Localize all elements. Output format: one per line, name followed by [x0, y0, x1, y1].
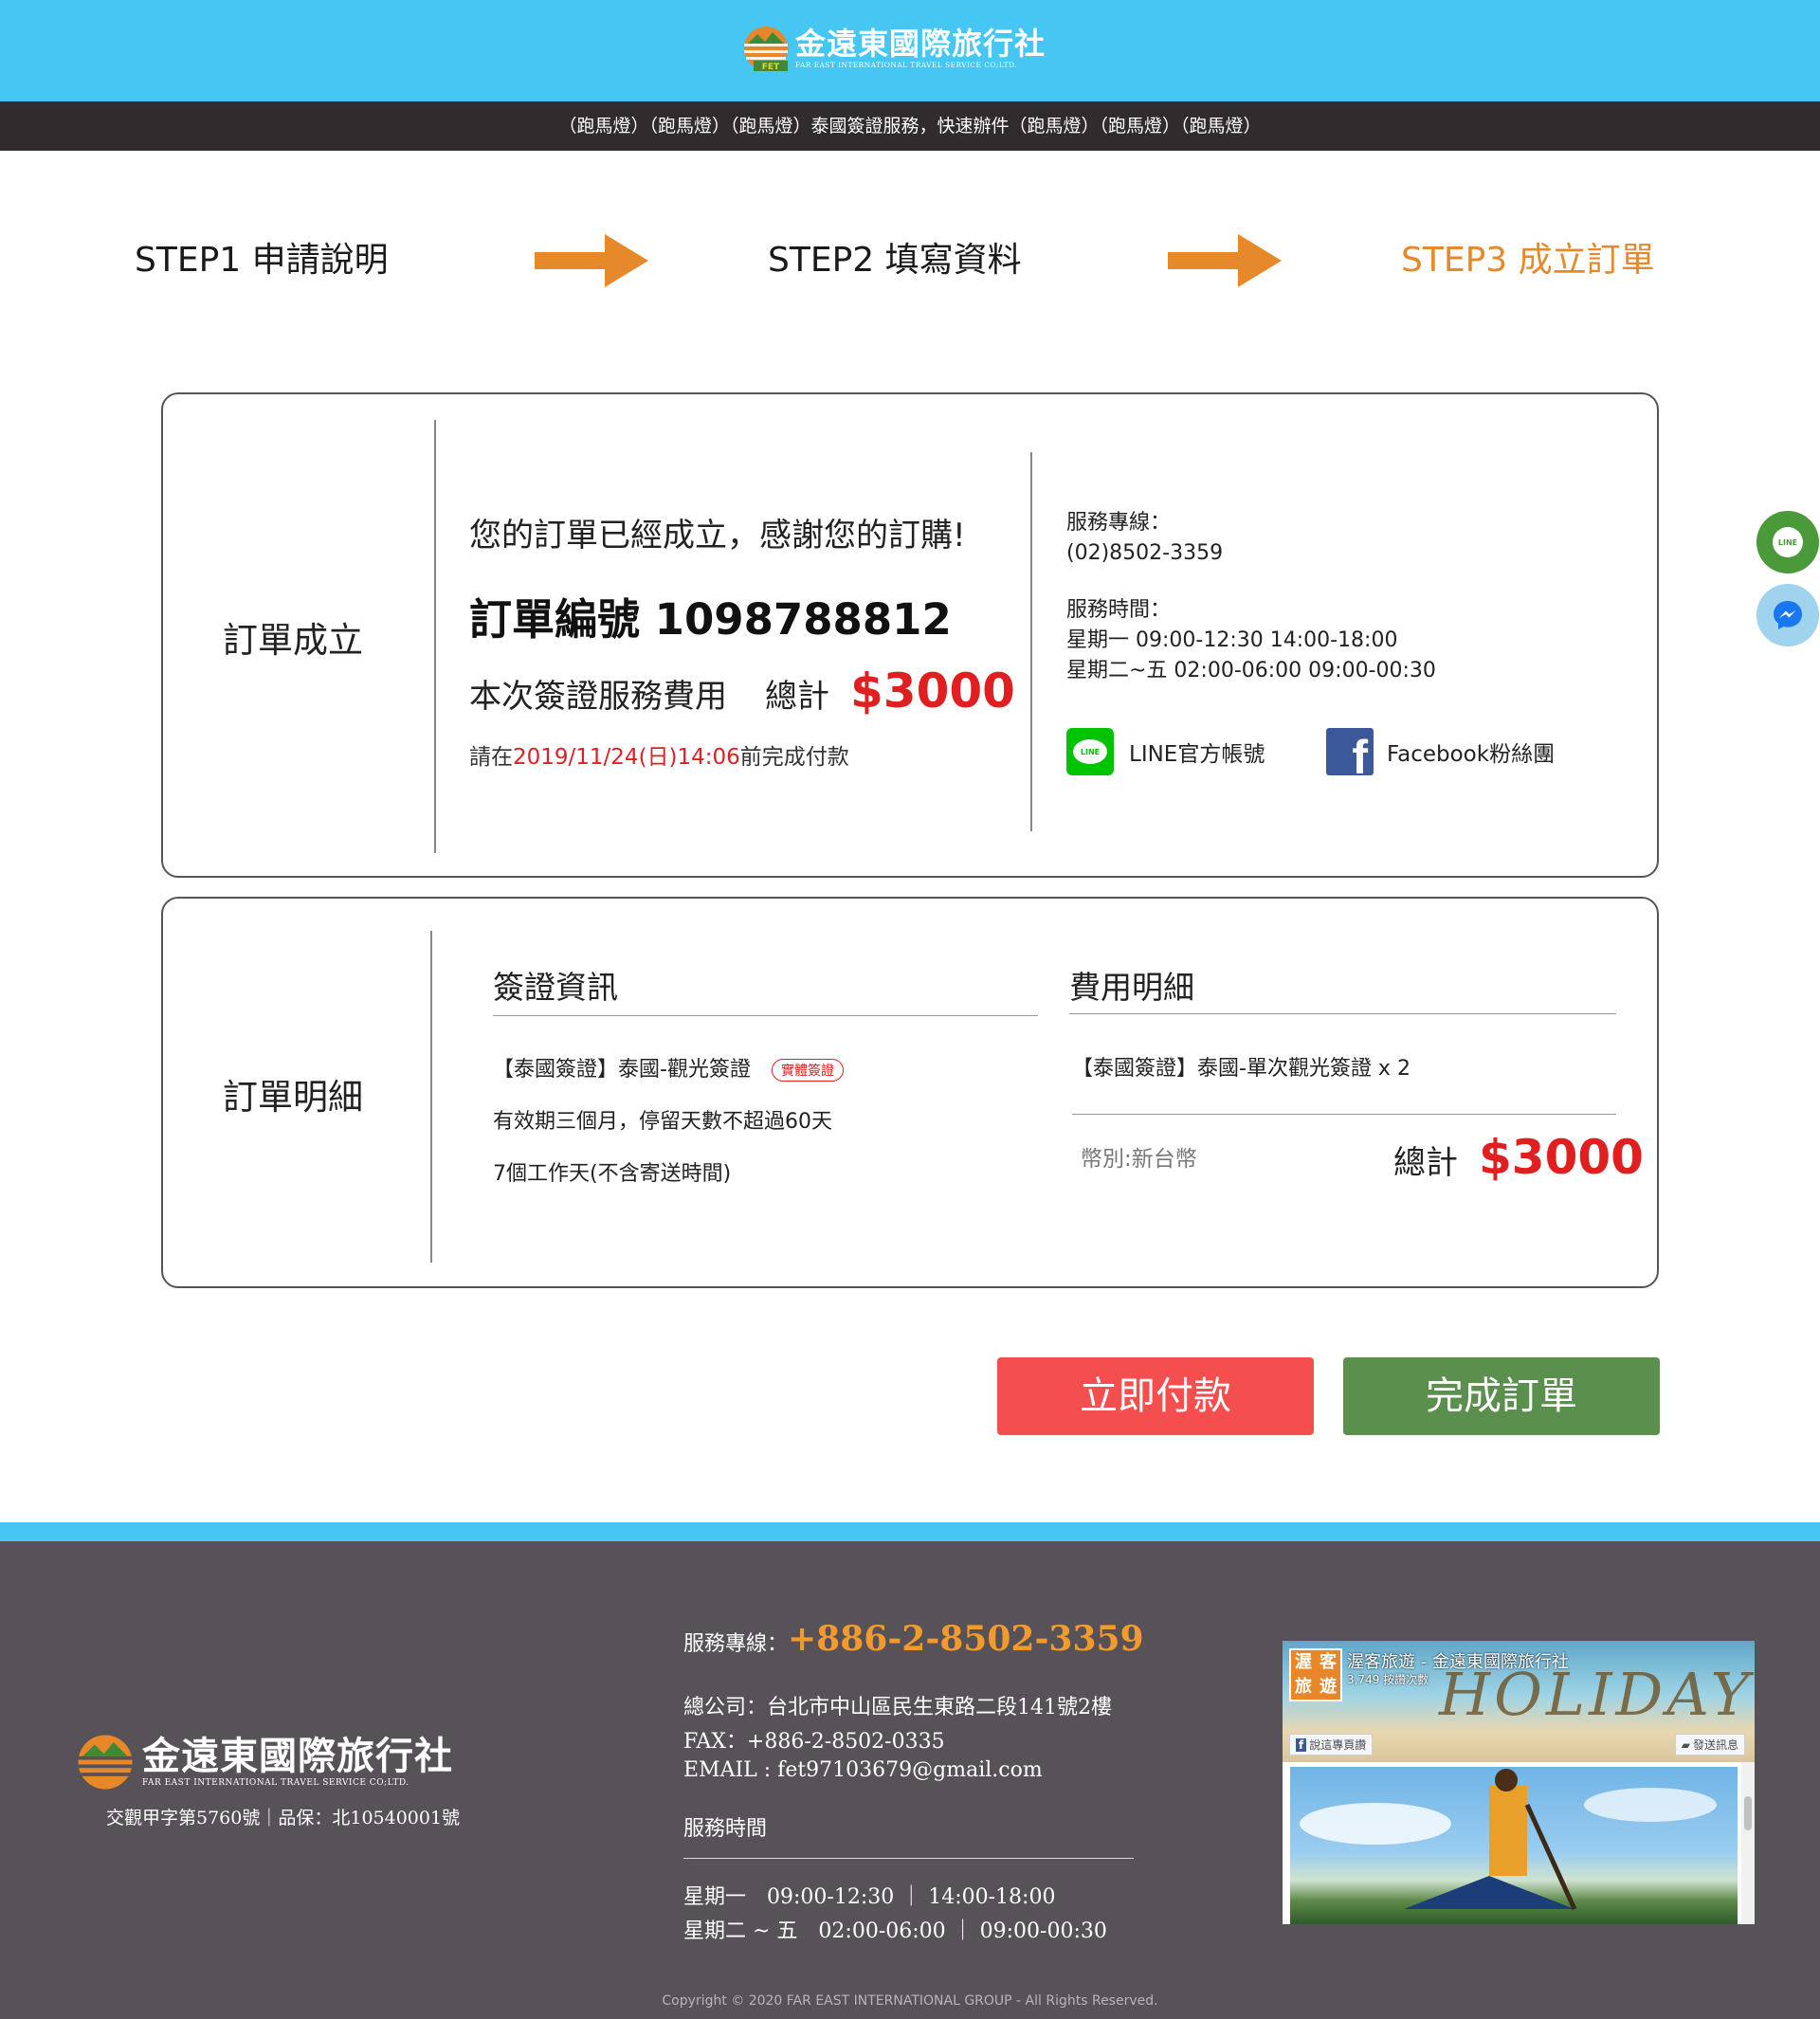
- thanks-message: 您的訂單已經成立，感謝您的訂購!: [469, 517, 966, 555]
- brand-logo[interactable]: FET 金遠東國際旅行社 FAR EAST INTERNATIONAL TRAV…: [742, 25, 1046, 72]
- site-header: FET 金遠東國際旅行社 FAR EAST INTERNATIONAL TRAV…: [0, 0, 1820, 101]
- fee-item: 【泰國簽證】泰國-單次觀光簽證 x 2: [1072, 1057, 1410, 1081]
- line-official-label: LINE官方帳號: [1129, 742, 1265, 767]
- sunset-logo-icon: FET: [742, 25, 790, 72]
- footer-hours-2: 星期二 ~ 五 02:00-06:00 ｜ 09:00-00:30: [683, 1919, 1107, 1943]
- license-info: 交觀甲字第5760號｜品保：北10540001號: [106, 1808, 461, 1828]
- fb-message-label: 發送訊息: [1692, 1738, 1738, 1752]
- step-arrow-icon: [1168, 234, 1282, 287]
- footer-address: 總公司：台北市中山區民生東路二段141號2樓: [683, 1696, 1112, 1719]
- fb-widget-scrollbar[interactable]: [1741, 1762, 1755, 1924]
- order-detail-label: 訂單明細: [223, 1077, 363, 1118]
- footer-accent-bar: [0, 1522, 1820, 1541]
- service-hours-weekday-2: 星期二~五 02:00-06:00 09:00-00:30: [1066, 659, 1436, 682]
- hotline-label: 服務專線：: [1066, 511, 1172, 535]
- payment-deadline: 請在2019/11/24(日)14:06前完成付款: [469, 738, 849, 771]
- footer-hours-title: 服務時間: [683, 1817, 768, 1841]
- total-label: 總計: [1393, 1144, 1458, 1182]
- visa-item: 【泰國簽證】泰國-觀光簽證 實體簽證: [493, 1052, 844, 1082]
- message-icon: ▰: [1681, 1738, 1690, 1752]
- fb-like-button[interactable]: f 說這專頁讚: [1289, 1734, 1374, 1755]
- scrollbar-thumb[interactable]: [1744, 1796, 1752, 1830]
- divider: [1072, 1114, 1616, 1115]
- fb-page-thumbnail[interactable]: 渥 客 旅 遊: [1289, 1648, 1342, 1701]
- fb-message-button[interactable]: ▰ 發送訊息: [1674, 1734, 1745, 1755]
- step-arrow-icon: [535, 234, 648, 287]
- fb-page-name[interactable]: 渥客旅遊 - 金遠東國際旅行社: [1347, 1648, 1569, 1673]
- footer-fax: FAX：+886-2-8502-0335: [683, 1730, 945, 1754]
- order-number: 訂單編號 1098788812: [469, 594, 952, 645]
- facebook-icon: f: [1296, 1738, 1307, 1752]
- order-success-label: 訂單成立: [223, 620, 363, 661]
- facebook-fanpage-link[interactable]: f Facebook粉絲團: [1326, 728, 1555, 775]
- deadline-date: 2019/11/24(日)14:06: [513, 745, 740, 770]
- footer-brand-logo: 金遠東國際旅行社 FAR EAST INTERNATIONAL TRAVEL S…: [76, 1733, 453, 1792]
- fb-thumb-char: 遊: [1320, 1677, 1337, 1697]
- divider: [434, 420, 436, 853]
- floating-messenger-button[interactable]: [1756, 584, 1819, 646]
- fb-like-label: 說這專頁讚: [1309, 1738, 1367, 1752]
- facebook-icon: f: [1326, 728, 1374, 775]
- order-detail-card: [161, 897, 1659, 1288]
- hotline-number[interactable]: (02)8502-3359: [1066, 538, 1223, 569]
- step-2: STEP2 填寫資料: [768, 241, 1022, 280]
- line-official-link[interactable]: LINE LINE官方帳號: [1066, 728, 1265, 775]
- line-icon-text: LINE: [1073, 739, 1107, 764]
- facebook-fanpage-label: Facebook粉絲團: [1387, 742, 1556, 767]
- total-amount: $3000: [850, 664, 1015, 718]
- deadline-suffix: 前完成付款: [739, 745, 849, 770]
- service-hours-weekday-1: 星期一 09:00-12:30 14:00-18:00: [1066, 628, 1398, 652]
- fb-thumb-char: 客: [1320, 1652, 1337, 1672]
- divider: [493, 1015, 1038, 1016]
- facebook-page-widget[interactable]: HOLIDAYS 渥 客 旅 遊 渥客旅遊 - 金遠東國際旅行社 3,749 按…: [1283, 1641, 1755, 1924]
- logo-badge-text: FET: [762, 63, 780, 72]
- sunset-logo-icon: [78, 1735, 133, 1790]
- visa-processing-days: 7個工作天(不含寄送時間): [493, 1162, 732, 1186]
- footer-brand-name: 金遠東國際旅行社: [142, 1735, 453, 1778]
- step-1: STEP1 申請說明: [135, 241, 389, 280]
- fb-thumb-char: 渥: [1295, 1652, 1312, 1672]
- marquee-announcement[interactable]: （跑馬燈）（跑馬燈）（跑馬燈）泰國簽證服務，快速辦件（跑馬燈）（跑馬燈）（跑馬燈…: [0, 101, 1820, 151]
- total-label: 總計: [765, 678, 829, 716]
- footer-hotline-number[interactable]: +886-2-8502-3359: [788, 1619, 1144, 1659]
- divider: [683, 1858, 1134, 1859]
- fb-post-image: [1290, 1767, 1738, 1924]
- physical-visa-badge: 實體簽證: [771, 1059, 844, 1082]
- visa-item-name: 【泰國簽證】泰國-觀光簽證: [493, 1058, 751, 1082]
- footer-hotline: 服務專線：+886-2-8502-3359: [683, 1619, 1144, 1659]
- fb-thumb-char: 旅: [1295, 1677, 1312, 1697]
- total-amount: $3000: [1479, 1130, 1644, 1185]
- copyright: Copyright © 2020 FAR EAST INTERNATIONAL …: [662, 1993, 1158, 2009]
- divider: [1069, 1013, 1616, 1014]
- fee-label: 本次簽證服務費用: [469, 678, 727, 716]
- complete-order-button[interactable]: 完成訂單: [1343, 1357, 1660, 1435]
- detail-total: 總計 $3000: [1393, 1130, 1644, 1185]
- fee-detail-title: 費用明細: [1069, 969, 1194, 1006]
- footer-email[interactable]: EMAIL : fet97103679@gmail.com: [683, 1758, 1043, 1782]
- brand-name: 金遠東國際旅行社: [795, 26, 1046, 62]
- footer-hours-1: 星期一 09:00-12:30 ｜ 14:00-18:00: [683, 1885, 1056, 1909]
- visa-validity: 有效期三個月，停留天數不超過60天: [493, 1110, 832, 1134]
- service-hours-label: 服務時間：: [1066, 598, 1172, 622]
- step-3-active: STEP3 成立訂單: [1401, 241, 1655, 280]
- brand-subtitle: FAR EAST INTERNATIONAL TRAVEL SERVICE CO…: [795, 61, 1017, 69]
- divider: [430, 931, 432, 1263]
- fb-page-likes: 3,749 按讚次數: [1347, 1673, 1429, 1686]
- line-icon: LINE: [1773, 527, 1803, 557]
- pay-now-button[interactable]: 立即付款: [997, 1357, 1314, 1435]
- visa-info-title: 簽證資訊: [493, 969, 618, 1006]
- currency-label: 幣別:新台幣: [1081, 1147, 1197, 1172]
- divider: [1030, 452, 1032, 831]
- fee-summary: 本次簽證服務費用 總計 $3000: [469, 664, 1015, 718]
- boat-photo: [1300, 1769, 1717, 1911]
- footer-hotline-label: 服務專線：: [683, 1632, 789, 1656]
- line-icon: LINE: [1066, 728, 1114, 775]
- deadline-prefix: 請在: [469, 745, 513, 770]
- floating-line-button[interactable]: LINE: [1756, 511, 1819, 573]
- footer-brand-subtitle: FAR EAST INTERNATIONAL TRAVEL SERVICE CO…: [142, 1778, 410, 1788]
- messenger-icon: [1774, 601, 1802, 629]
